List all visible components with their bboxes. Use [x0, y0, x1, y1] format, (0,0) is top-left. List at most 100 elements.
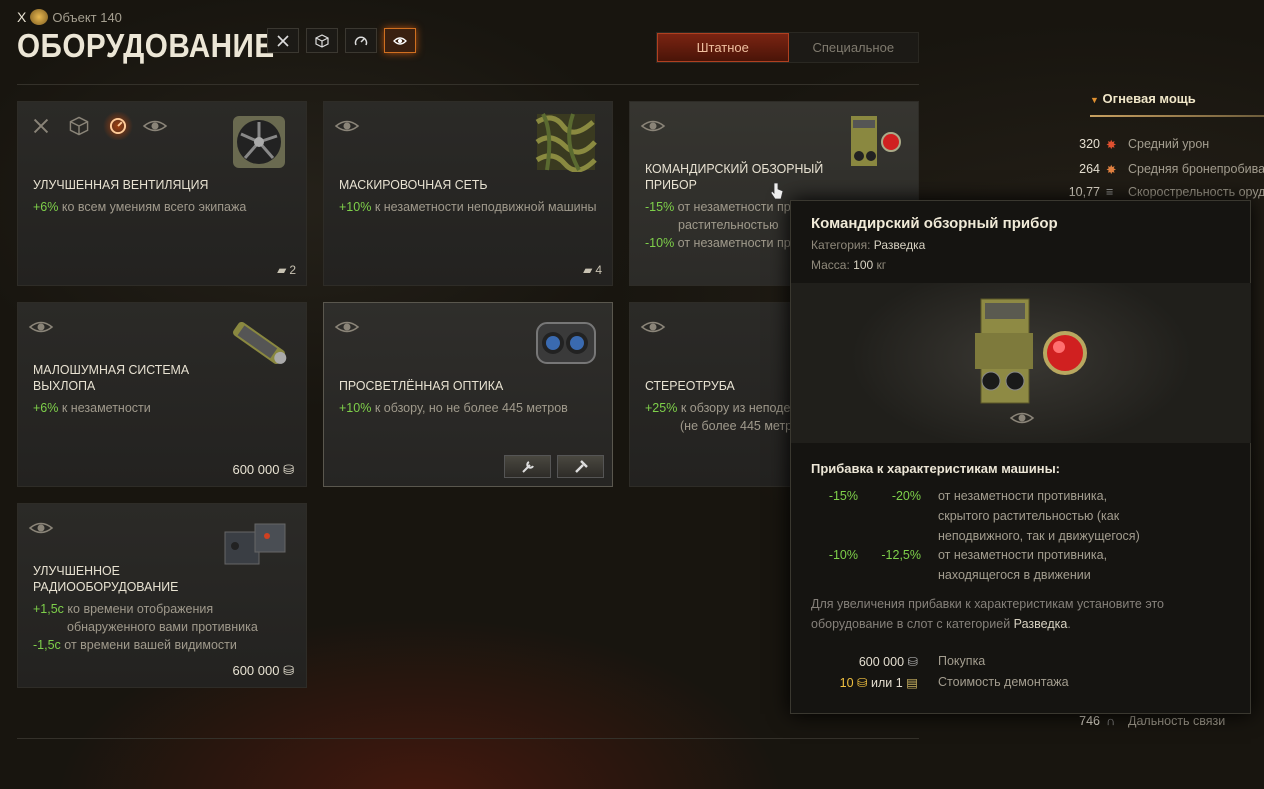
cube-icon [69, 116, 89, 136]
tooltip-hint: Для увеличения прибавки к характеристика… [811, 597, 1164, 631]
silver-icon: ⛁ [283, 462, 294, 477]
mobility-category-highlight [102, 112, 134, 140]
stat-row: 746 ∩ Дальность связи [1079, 714, 1226, 728]
scouting-filter-button[interactable] [384, 28, 416, 53]
card-effect: обнаруженного вами противника [67, 620, 258, 634]
silver-icon: ⛁ [907, 655, 918, 669]
demount-button[interactable] [557, 455, 604, 478]
card-effect: +25% к обзору из неподе [645, 401, 791, 415]
card-title: МАЛОШУМНАЯ СИСТЕМА ВЫХЛОПА [33, 362, 190, 393]
buy-price: 600 000 ⛁ [858, 655, 918, 669]
eye-icon [28, 321, 54, 333]
tooltip-title: Командирский обзорный прибор [811, 215, 1058, 232]
tooltip-bonus-section: Прибавка к характеристикам машины: [811, 461, 1060, 476]
gold-icon: ⛁ [857, 676, 868, 690]
speedometer-icon [354, 35, 368, 45]
wrench-icon [521, 460, 534, 473]
chevron-down-icon: ▼ [1090, 95, 1099, 105]
stat-row: 10,77≡Скорострельность орудия [1068, 185, 1264, 199]
divider [17, 738, 919, 739]
optics-icon [536, 322, 596, 364]
card-title: ПРОСВЕТЛЁННАЯ ОПТИКА [339, 378, 504, 393]
tier-label: X [17, 9, 27, 25]
demount-label: Стоимость демонтажа [938, 675, 1069, 689]
firepower-filter-button[interactable] [267, 28, 299, 53]
ventilation-fan-icon [233, 116, 285, 168]
card-effect: -10% от незаметности пр [645, 236, 791, 250]
equipment-tabs: Штатное Специальное [656, 32, 919, 63]
tooltip-category: Категория: Разведка [811, 238, 926, 252]
equipment-card-ventilation[interactable]: УЛУЧШЕННАЯ ВЕНТИЛЯЦИЯ +6% ко всем умения… [17, 101, 307, 286]
card-effect: +10% к обзору, но не более 445 метров [339, 401, 568, 415]
eye-icon [142, 120, 168, 132]
tooltip-image [791, 283, 1251, 443]
divider [17, 84, 919, 85]
page-title: ОБОРУДОВАНИЕ [17, 27, 275, 64]
card-effect: +1,5с ко времени отображения [33, 602, 214, 616]
stat-row: 264✸Средняя бронепробиваемость [1079, 162, 1264, 177]
card-title: УЛУЧШЕННОЕ РАДИООБОРУДОВАНИЕ [33, 563, 179, 594]
upgrade-button[interactable] [504, 455, 551, 478]
demount-price: 10 ⛁ или 1 ▤ [839, 676, 918, 690]
card-effect: -1,5с от времени вашей видимости [33, 638, 237, 652]
card-title: КОМАНДИРСКИЙ ОБЗОРНЫЙ ПРИБОР [645, 161, 824, 192]
eye-icon [640, 321, 666, 333]
equipment-tooltip: Командирский обзорный прибор Категория: … [790, 200, 1251, 714]
card-effect: +6% к незаметности [33, 401, 151, 415]
equipment-card-exhaust[interactable]: МАЛОШУМНАЯ СИСТЕМА ВЫХЛОПА +6% к незамет… [17, 302, 307, 487]
periscope-icon [975, 298, 1087, 404]
tooltip-mass: Масса: 100 кг [811, 258, 887, 272]
periscope-icon [851, 116, 901, 166]
eye-icon [28, 522, 54, 534]
crossed-guns-icon [33, 118, 49, 134]
card-effect: -15% от незаметности пр [645, 200, 791, 214]
eye-icon [393, 36, 407, 45]
shell-burst-icon: ✸ [1106, 138, 1117, 152]
eye-icon [640, 120, 666, 132]
equipment-card-optics[interactable]: ПРОСВЕТЛЁННАЯ ОПТИКА +10% к обзору, но н… [323, 302, 613, 487]
eye-icon [1009, 412, 1035, 424]
radio-icon [224, 523, 286, 565]
storage-icon: ▰ [277, 263, 287, 277]
exhaust-pipe-icon [233, 321, 287, 365]
section-underline [1090, 115, 1264, 117]
stat-row: 320 ✸ Средний урон [1079, 137, 1210, 152]
camo-net-icon [535, 113, 597, 172]
bonus-row: -10% -12,5% от незаметности противника, на… [828, 548, 1108, 582]
card-effect: растительностью [678, 218, 779, 232]
speedometer-icon [109, 117, 127, 135]
buy-label: Покупка [938, 654, 986, 668]
survivability-filter-button[interactable] [306, 28, 338, 53]
tank-name: Объект 140 [52, 9, 122, 25]
card-price: 600 000 ⛁ [232, 663, 294, 678]
eye-icon [334, 120, 360, 132]
demount-kit-icon: ▤ [906, 676, 918, 690]
tab-standard[interactable]: Штатное [657, 33, 789, 62]
crossed-guns-icon [277, 34, 289, 47]
equipment-card-radio[interactable]: УЛУЧШЕННОЕ РАДИООБОРУДОВАНИЕ +1,5с ко вр… [17, 503, 307, 688]
cube-icon [315, 33, 329, 48]
hammer-icon [574, 459, 588, 473]
card-effect: (не более 445 метр [680, 419, 793, 433]
mobility-filter-button[interactable] [345, 28, 377, 53]
tank-header: X Объект 140 [17, 9, 122, 25]
tab-special[interactable]: Специальное [788, 33, 918, 62]
tank-class-icon [30, 9, 49, 25]
card-effect: +10% к незаметности неподвижной машины [339, 200, 597, 214]
storage-icon: ▰ [583, 263, 593, 277]
penetration-icon: ✸ [1106, 163, 1117, 177]
stats-section-firepower[interactable]: ▼ Огневая мощь [1090, 91, 1196, 106]
owned-count: ▰ 2 [277, 263, 296, 277]
card-effect: +6% ко всем умениям всего экипажа [33, 200, 247, 214]
headphones-icon: ∩ [1106, 714, 1115, 728]
bonus-row: -15% -20% от незаметности противника, скры… [828, 489, 1140, 543]
card-title: МАСКИРОВОЧНАЯ СЕТЬ [339, 177, 488, 192]
silver-icon: ⛁ [283, 663, 294, 678]
eye-icon [334, 321, 360, 333]
equipment-card-camo-net[interactable]: МАСКИРОВОЧНАЯ СЕТЬ +10% к незаметности н… [323, 101, 613, 286]
shells-icon: ≡ [1106, 185, 1114, 199]
card-title: СТЕРЕОТРУБА [645, 378, 735, 393]
card-price: 600 000 ⛁ [232, 462, 294, 477]
card-title: УЛУЧШЕННАЯ ВЕНТИЛЯЦИЯ [33, 177, 209, 192]
hand-cursor-icon [770, 182, 784, 200]
